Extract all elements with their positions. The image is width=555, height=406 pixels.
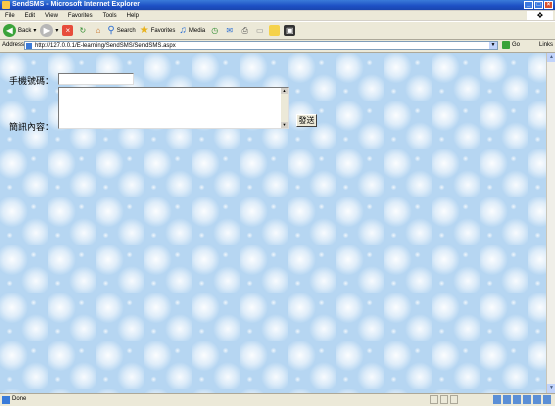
menu-edit[interactable]: Edit — [20, 13, 40, 19]
messenger-icon[interactable]: ▣ — [284, 25, 296, 36]
status-pane — [430, 395, 438, 404]
chevron-down-icon: ▾ — [33, 28, 37, 34]
tray-icon — [503, 395, 511, 404]
go-arrow-icon — [502, 41, 510, 49]
status-text: Done — [12, 396, 27, 402]
tray-icon — [513, 395, 521, 404]
mail-icon[interactable]: ✉ — [224, 25, 235, 36]
minimize-icon[interactable]: _ — [524, 1, 533, 9]
scroll-down-icon[interactable]: ▼ — [547, 384, 555, 393]
close-icon[interactable]: × — [544, 1, 553, 9]
scroll-up-icon[interactable]: ▲ — [281, 88, 288, 94]
chevron-down-icon: ▾ — [55, 28, 59, 34]
menu-help[interactable]: Help — [122, 13, 144, 19]
address-label: Address — [2, 42, 25, 48]
address-input[interactable]: http://127.0.0.1/E-learning/SendSMS/Send… — [24, 41, 498, 50]
page-content: 手機號碼： ▲ ▼ 簡訊內容： 發送 — [0, 53, 546, 393]
tray-icon — [523, 395, 531, 404]
menu-file[interactable]: File — [0, 13, 20, 19]
page-done-icon — [2, 396, 10, 404]
stop-icon[interactable]: × — [62, 25, 74, 36]
star-icon: ★ — [139, 25, 149, 36]
print-icon[interactable]: ⎙ — [239, 25, 250, 36]
tray-icon — [543, 395, 551, 404]
home-icon[interactable]: ⌂ — [92, 25, 103, 36]
phone-label: 手機號碼： — [9, 76, 55, 86]
address-bar: Address http://127.0.0.1/E-learning/Send… — [0, 40, 555, 53]
windows-logo-icon: ❖ — [527, 11, 553, 20]
ie-icon — [2, 1, 10, 9]
favorites-button[interactable]: ★ Favorites — [140, 25, 176, 36]
menu-bar: File Edit View Favorites Tools Help ❖ — [0, 11, 555, 20]
window-title: SendSMS - Microsoft Internet Explorer — [12, 1, 140, 8]
scroll-up-icon[interactable]: ▲ — [547, 53, 555, 62]
menu-favorites[interactable]: Favorites — [63, 13, 98, 19]
status-pane — [440, 395, 448, 404]
maximize-icon[interactable]: □ — [534, 1, 543, 9]
menu-tools[interactable]: Tools — [98, 13, 122, 19]
system-tray — [493, 395, 551, 404]
chevron-down-icon[interactable]: ▼ — [489, 42, 497, 49]
links-button[interactable]: Links — [539, 42, 553, 48]
send-button[interactable]: 發送 — [296, 114, 317, 127]
scroll-down-icon[interactable]: ▼ — [281, 122, 288, 128]
edit-icon[interactable]: ▭ — [254, 25, 265, 36]
window-controls: _ □ × — [524, 1, 553, 9]
message-textarea[interactable] — [58, 87, 289, 129]
phone-number-input[interactable] — [58, 73, 134, 85]
standard-toolbar: ◀ Back ▾ ▶ ▾ × ↻ ⌂ ⚲ Search ★ Favorites … — [0, 21, 555, 40]
forward-arrow-icon: ▶ — [40, 24, 54, 37]
status-bar: Done — [0, 393, 555, 406]
discuss-icon[interactable] — [269, 25, 281, 36]
zone-icon — [493, 395, 501, 404]
textarea-scrollbar[interactable]: ▲ ▼ — [281, 88, 288, 128]
message-label: 簡訊內容： — [9, 122, 55, 132]
tray-icon — [533, 395, 541, 404]
media-button[interactable]: ♫ Media — [179, 25, 205, 36]
page-icon — [26, 43, 32, 49]
forward-button[interactable]: ▶ ▾ — [40, 24, 58, 37]
address-url[interactable]: http://127.0.0.1/E-learning/SendSMS/Send… — [35, 42, 176, 50]
title-bar: SendSMS - Microsoft Internet Explorer _ … — [0, 0, 555, 10]
page-scrollbar[interactable]: ▲ ▼ — [546, 53, 555, 393]
media-icon: ♫ — [179, 25, 187, 36]
back-button[interactable]: ◀ Back ▾ — [3, 24, 36, 37]
status-panes — [430, 395, 458, 404]
search-icon: ⚲ — [107, 25, 115, 36]
back-arrow-icon: ◀ — [3, 24, 16, 37]
status-pane — [450, 395, 458, 404]
go-button[interactable]: Go — [502, 41, 520, 49]
search-button[interactable]: ⚲ Search — [107, 25, 135, 36]
history-icon[interactable]: ◷ — [209, 25, 220, 36]
menu-view[interactable]: View — [40, 13, 63, 19]
refresh-icon[interactable]: ↻ — [77, 25, 88, 36]
